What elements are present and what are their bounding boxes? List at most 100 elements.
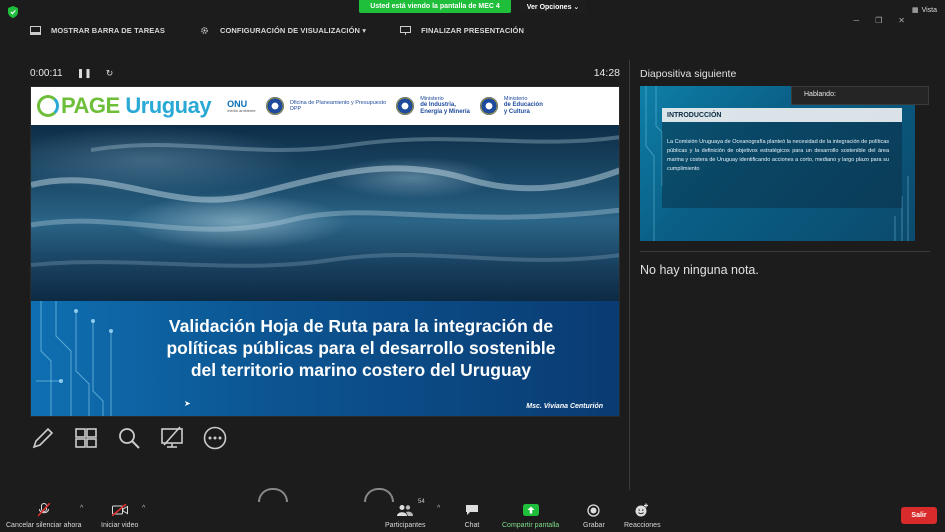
black-screen-tool[interactable] (160, 426, 184, 450)
participants-count: 54 (418, 499, 425, 505)
slide-title-line-1: Validación Hoja de Ruta para la integrac… (168, 316, 554, 336)
page-circle-logo (37, 95, 59, 117)
leave-meeting-button[interactable]: Salir (901, 507, 937, 524)
next-slide-title: INTRODUCCIÓN (667, 112, 722, 119)
gear-icon (201, 27, 208, 34)
record-icon (587, 503, 601, 517)
onu-logo: ONU medio ambiente (227, 99, 256, 113)
start-video-label: Iniciar video (101, 522, 139, 529)
video-options-chevron-icon[interactable]: ^ (142, 505, 145, 512)
chat-label: Chat (464, 522, 480, 529)
display-settings-label: CONFIGURACIÓN DE VISUALIZACIÓN ▾ (219, 26, 367, 35)
display-settings-button[interactable]: CONFIGURACIÓN DE VISUALIZACIÓN ▾ (199, 26, 366, 35)
mec-line3: y Cultura (503, 109, 530, 116)
minimize-icon[interactable]: ─ (853, 16, 859, 25)
meeting-controls-bar: Cancelar silenciar ahora ^ Iniciar video… (0, 488, 945, 532)
end-slideshow-icon (400, 26, 412, 35)
mouse-cursor-icon: ➤ (184, 399, 191, 408)
view-label: Vista (921, 6, 937, 14)
pen-tool[interactable] (31, 426, 55, 450)
video-off-icon (111, 504, 128, 516)
slide-author: Msc. Viviana Centurión (526, 403, 603, 410)
slide-title-band: Validación Hoja de Ruta para la integrac… (31, 301, 619, 416)
next-slide-body: La Comisión Uruguaya de Oceanografía pla… (667, 139, 889, 173)
record-label: Grabar (583, 522, 605, 529)
current-time: 14:28 (593, 67, 620, 79)
presenter-toolbar: MOSTRAR BARRA DE TAREAS CONFIGURACIÓN DE… (30, 26, 524, 35)
share-screen-icon (522, 504, 539, 516)
elapsed-timer: 0:00:11 (30, 67, 63, 79)
more-options-tool[interactable] (203, 426, 227, 450)
uruguay-seal-icon (396, 97, 415, 115)
mec-logo: Ministerio de Educación y Cultura (504, 96, 543, 116)
share-screen-button[interactable]: Compartir pantalla (502, 503, 559, 529)
zoom-tool[interactable] (117, 426, 141, 450)
mec-line1: Ministerio (503, 95, 528, 102)
camera-arc-indicator (364, 488, 394, 502)
show-taskbar-label: MOSTRAR BARRA DE TAREAS (51, 26, 165, 35)
reactions-button[interactable]: Reacciones (624, 503, 661, 529)
pause-icon[interactable]: ❚❚ (77, 68, 92, 79)
slide-title: Validación Hoja de Ruta para la integrac… (111, 316, 611, 382)
panel-divider[interactable] (629, 60, 630, 490)
opp-name: Oficina de Planeamiento y Presupuesto (289, 99, 387, 106)
participants-button[interactable]: Participantes (385, 503, 425, 529)
chat-icon (466, 505, 478, 515)
opp-abbr: OPP (289, 106, 302, 112)
reactions-label: Reacciones (624, 522, 661, 529)
current-slide[interactable]: PAGE Uruguay ONU medio ambiente Oficina … (30, 86, 620, 417)
record-button[interactable]: Grabar (583, 503, 605, 529)
screen-share-banner: Usted está viendo la pantalla de MEC 4 (359, 0, 511, 13)
pen-icon (32, 427, 54, 449)
see-all-slides-tool[interactable] (74, 426, 98, 450)
restore-icon[interactable]: ❐ (875, 16, 882, 25)
show-taskbar-button[interactable]: MOSTRAR BARRA DE TAREAS (30, 26, 165, 35)
chat-button[interactable]: Chat (464, 503, 480, 529)
participants-label: Participantes (385, 522, 426, 529)
participants-icon (397, 505, 414, 516)
speaking-indicator: Hablando: (791, 86, 929, 105)
uruguay-seal-icon (265, 97, 284, 115)
slide-title-line-3: del territorio marino costero del Urugua… (190, 359, 532, 380)
onu-subtext: medio ambiente (227, 107, 256, 113)
logo-page-text: PAGE (61, 93, 120, 118)
miem-line1: Ministerio (420, 95, 444, 102)
unmute-label: Cancelar silenciar ahora (6, 522, 82, 529)
unmute-button[interactable]: Cancelar silenciar ahora (6, 503, 81, 529)
mec-line2: de Educación (503, 102, 543, 109)
view-button[interactable]: ▦ Vista (911, 6, 937, 15)
slide-title-line-2: políticas públicas para el desarrollo so… (166, 337, 556, 358)
slide-logo-header: PAGE Uruguay ONU medio ambiente Oficina … (31, 87, 619, 125)
microphone-muted-icon (37, 503, 50, 517)
more-options-icon (203, 426, 227, 450)
start-video-button[interactable]: Iniciar video (101, 503, 138, 529)
speaker-notes: No hay ninguna nota. (640, 263, 759, 277)
end-presentation-button[interactable]: FINALIZAR PRESENTACIÓN (400, 26, 524, 35)
mic-arc-indicator (258, 488, 288, 502)
magnifier-icon (119, 428, 140, 449)
presenter-timer-row: 0:00:11 ❚❚ ↻ 14:28 (30, 67, 620, 79)
window-controls: ─ ❐ ✕ (853, 16, 905, 25)
miem-line3: Energía y Minería (420, 109, 470, 116)
grid-icon: ▦ (911, 7, 919, 14)
reset-timer-icon[interactable]: ↻ (106, 68, 114, 79)
participants-chevron-icon[interactable]: ^ (437, 505, 440, 512)
annotation-tools (31, 426, 227, 450)
uruguay-seal-icon (479, 97, 498, 115)
slides-grid-icon (75, 428, 97, 448)
view-options-button[interactable]: Ver Opciones ⌄ (520, 0, 586, 13)
next-slide-preview[interactable]: INTRODUCCIÓN La Comisión Uruguaya de Oce… (640, 86, 915, 241)
taskbar-icon (30, 26, 41, 35)
smiley-plus-icon (635, 503, 649, 517)
share-screen-label: Compartir pantalla (502, 522, 560, 529)
audio-options-chevron-icon[interactable]: ^ (80, 505, 83, 512)
ocean-wave-image (31, 125, 619, 301)
miem-logo: Ministerio de Industria, Energía y Miner… (420, 96, 470, 116)
screen-off-icon (161, 426, 183, 448)
close-icon[interactable]: ✕ (898, 16, 905, 25)
shield-icon (8, 6, 18, 18)
notes-divider[interactable] (640, 251, 930, 252)
miem-line2: de Industria, (420, 102, 456, 109)
opp-logo: Oficina de Planeamiento y Presupuesto OP… (290, 100, 387, 113)
logo-uruguay-text: Uruguay (125, 93, 212, 118)
